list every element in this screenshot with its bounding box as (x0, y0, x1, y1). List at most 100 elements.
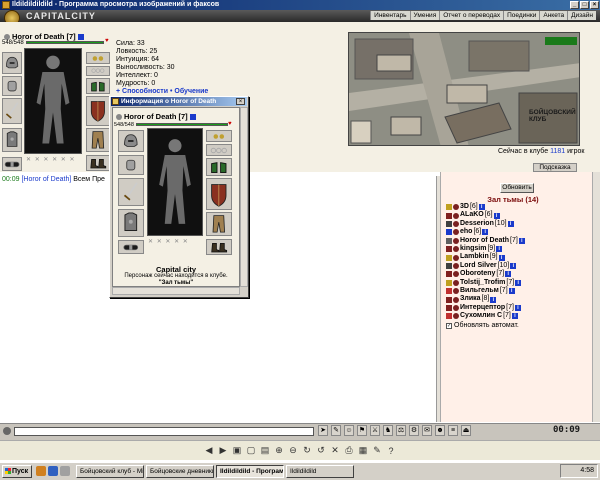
update-button[interactable]: Обновить (500, 183, 534, 193)
popup-info-icon[interactable] (189, 113, 196, 120)
settings-icon[interactable]: ⚙ (409, 425, 419, 436)
hint-button[interactable]: Подсказка (533, 163, 577, 172)
player-info-icon[interactable]: i (507, 221, 514, 228)
nav-item[interactable]: Умения (409, 11, 440, 20)
player-row[interactable]: Вильгельм [7] i (446, 287, 525, 295)
popup-hscroll[interactable] (112, 287, 240, 295)
auto-update-checkbox[interactable]: ✓ (446, 322, 452, 329)
nav-item[interactable]: Поединки (503, 11, 539, 20)
ie-icon[interactable] (48, 466, 58, 476)
player-info-icon[interactable]: i (511, 313, 518, 320)
popup-titlebar[interactable]: Информация о Horor of Death (111, 97, 247, 106)
rotate-ccw-icon[interactable]: ↺ (316, 445, 326, 456)
player-info-icon[interactable]: i (482, 229, 489, 236)
armor-slot[interactable] (2, 128, 22, 152)
char-skills-link[interactable]: + Способности • Обучение (116, 88, 208, 96)
task-button[interactable]: Ildildildild (286, 465, 354, 478)
player-info-icon[interactable]: i (510, 263, 517, 270)
player-name[interactable]: Интерцептор (460, 304, 505, 312)
player-info-icon[interactable]: i (493, 212, 500, 219)
nav-item[interactable]: Отчет о переводах (439, 11, 503, 20)
player-name[interactable]: Desserion (460, 220, 494, 228)
player-row[interactable]: ALaKO [6] i (446, 211, 525, 219)
player-row[interactable]: Сухомлин С [7] i (446, 312, 525, 320)
nav-item[interactable]: Инвентарь (370, 11, 409, 20)
popup-ring-slot[interactable] (206, 144, 232, 156)
player-name[interactable]: Lambkin (460, 253, 489, 261)
player-info-icon[interactable]: i (490, 296, 497, 303)
popup-close-button[interactable]: × (236, 98, 245, 105)
actual-size-icon[interactable]: ▢ (246, 445, 256, 456)
player-name[interactable]: Злика (460, 295, 481, 303)
help-icon[interactable]: ? (386, 446, 396, 456)
task-button[interactable]: Ildildildild - Програм... (216, 465, 284, 478)
task-button[interactable]: Бойцовский клуб - Mic... (76, 465, 144, 478)
player-name[interactable]: Tolstij_Trofim (460, 279, 505, 287)
browser-icon[interactable] (36, 466, 46, 476)
earring-slot[interactable] (86, 52, 110, 64)
window-titlebar[interactable]: Ildildildildild - Программа просмотра из… (0, 0, 600, 10)
char-info-badge-icon[interactable] (77, 33, 84, 40)
player-info-icon[interactable]: i (508, 288, 515, 295)
weapon-slot[interactable] (2, 98, 22, 124)
player-info-icon[interactable]: i (498, 254, 505, 261)
next-image-icon[interactable]: ▶ (218, 445, 228, 456)
popup-vscroll[interactable] (240, 107, 248, 287)
player-info-icon[interactable]: i (496, 246, 503, 253)
player-row[interactable]: Злика [8] i (446, 295, 525, 303)
trade-icon[interactable]: ⚖ (396, 425, 406, 436)
popup-belt-slot[interactable] (118, 240, 144, 254)
popup-shield-slot[interactable] (206, 178, 232, 210)
best-fit-icon[interactable]: ▣ (232, 445, 242, 456)
fight-icon[interactable]: ⚔ (370, 425, 380, 436)
clear-icon[interactable]: ✎ (331, 425, 341, 436)
popup-pants-slot[interactable] (206, 212, 232, 236)
helmet-slot[interactable] (2, 52, 22, 74)
rotate-cw-icon[interactable]: ↻ (302, 445, 312, 456)
player-name[interactable]: Oboroteny (460, 270, 495, 278)
send-icon[interactable]: ➤ (318, 425, 328, 436)
people-icon[interactable]: ☻ (435, 425, 445, 436)
maximize-button[interactable]: □ (580, 1, 589, 9)
exit-icon[interactable]: ⏏ (461, 425, 471, 436)
char-avatar[interactable] (24, 48, 82, 154)
popup-armor-slot[interactable] (118, 209, 144, 237)
belt-slot[interactable] (2, 157, 22, 171)
save-icon[interactable]: ▦ (358, 445, 368, 456)
walk-icon[interactable]: ♞ (383, 425, 393, 436)
player-row[interactable]: kingsim [9] i (446, 245, 525, 253)
book-icon[interactable]: ≡ (448, 425, 458, 436)
player-row[interactable]: Desserion [10] i (446, 220, 525, 228)
smile-icon[interactable]: ☺ (344, 425, 354, 436)
tray-time[interactable]: 4:58 (580, 467, 594, 474)
room-scrollbar[interactable] (592, 172, 600, 422)
player-row[interactable]: 3D [6] i (446, 203, 525, 211)
player-info-icon[interactable]: i (478, 204, 485, 211)
player-info-icon[interactable]: i (505, 271, 512, 278)
delete-icon[interactable]: ✕ (330, 445, 340, 456)
gloves-slot[interactable] (86, 78, 110, 94)
player-info-icon[interactable]: i (518, 237, 525, 244)
player-name[interactable]: ALaKO (460, 211, 484, 219)
player-row[interactable]: Lord Silver [10] i (446, 262, 525, 270)
popup-gloves-slot[interactable] (206, 158, 232, 176)
popup-helmet-slot[interactable] (118, 130, 144, 152)
filter-icon[interactable]: ⚑ (357, 425, 367, 436)
pants-slot[interactable] (86, 128, 110, 152)
start-button[interactable]: Пуск (2, 465, 32, 478)
edit-icon[interactable]: ✎ (372, 445, 382, 456)
bracer-slot[interactable] (2, 76, 22, 96)
chat-input[interactable] (14, 427, 314, 436)
prev-image-icon[interactable]: ◀ (204, 445, 214, 456)
player-row[interactable]: eho [6] i (446, 228, 525, 236)
zoom-out-icon[interactable]: ⊖ (288, 445, 298, 456)
player-info-icon[interactable]: i (514, 305, 521, 312)
player-name[interactable]: kingsim (460, 245, 486, 253)
ring-slot[interactable] (86, 66, 110, 76)
player-name[interactable]: 3D (460, 203, 469, 211)
chat-mode-icon[interactable] (3, 427, 11, 435)
popup-earring-slot[interactable] (206, 130, 232, 142)
slideshow-icon[interactable]: ▤ (260, 445, 270, 456)
close-button[interactable]: × (590, 1, 599, 9)
player-info-icon[interactable]: i (515, 279, 522, 286)
